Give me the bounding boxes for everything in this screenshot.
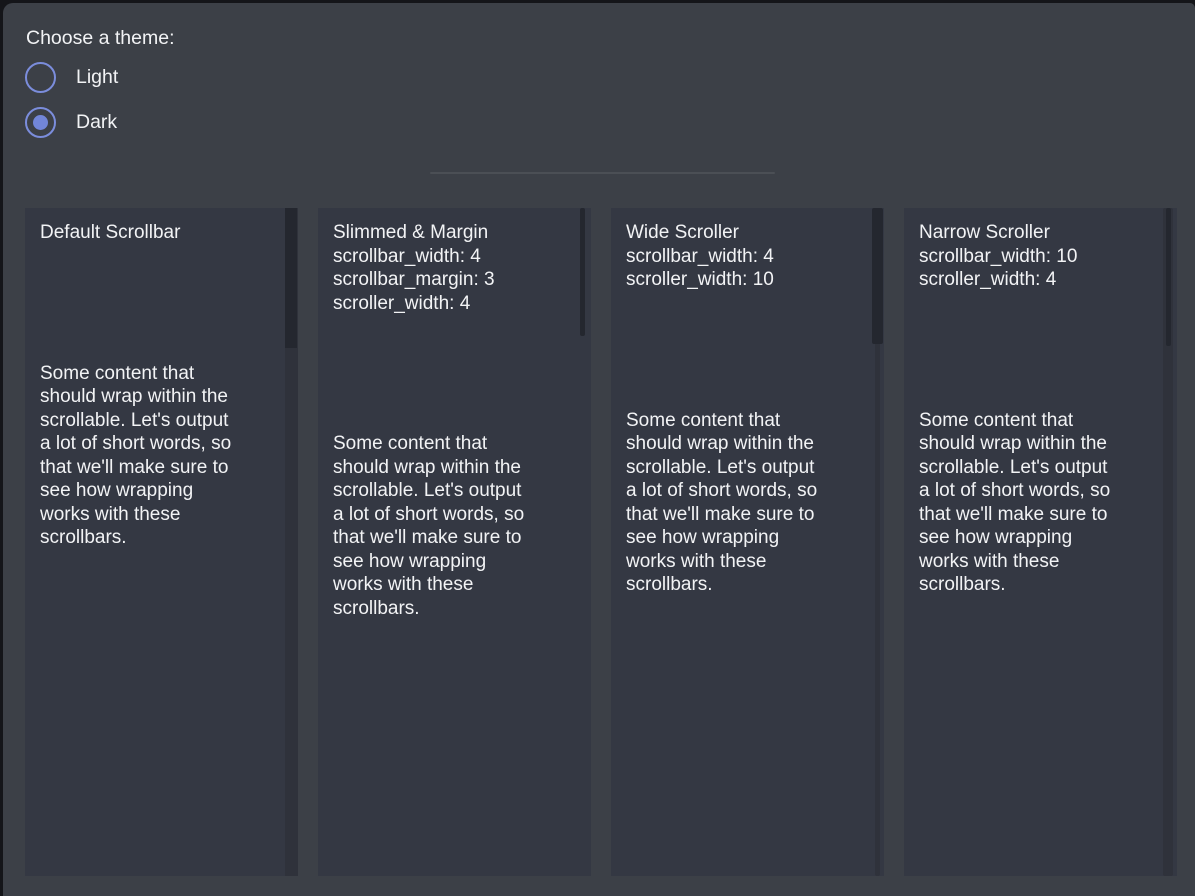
panel-title: Wide Scroller (626, 221, 869, 245)
panel-body: Some content that should wrap within the… (919, 409, 1162, 597)
panel-body: Some content that should wrap within the… (626, 409, 869, 597)
scrollbar-thumb[interactable] (580, 208, 585, 336)
scrollbar-thumb[interactable] (285, 208, 297, 348)
panel-content: Default Scrollbar Some content that shou… (25, 208, 298, 563)
scroll-panel-wide-scroller[interactable]: Wide Scroller scrollbar_width: 4 scrolle… (611, 208, 884, 876)
scrollbar-thumb[interactable] (872, 208, 883, 344)
panel-params: scrollbar_width: 10 scroller_width: 4 (919, 245, 1162, 292)
panel-content: Slimmed & Margin scrollbar_width: 4 scro… (318, 208, 591, 633)
radio-option-dark[interactable]: Dark (25, 107, 117, 138)
scroll-panel-slimmed-margin[interactable]: Slimmed & Margin scrollbar_width: 4 scro… (318, 208, 591, 876)
theme-chooser-label: Choose a theme: (26, 27, 175, 50)
panel-params: scrollbar_width: 4 scroller_width: 10 (626, 245, 869, 292)
panel-params: scrollbar_width: 4 scrollbar_margin: 3 s… (333, 245, 576, 316)
panel-title: Default Scrollbar (40, 221, 283, 245)
radio-option-light-label: Light (76, 66, 118, 89)
scroll-panel-default-scrollbar[interactable]: Default Scrollbar Some content that shou… (25, 208, 298, 876)
panel-content: Narrow Scroller scrollbar_width: 10 scro… (904, 208, 1177, 610)
panel-title: Slimmed & Margin (333, 221, 576, 245)
radio-selected-icon (25, 107, 56, 138)
radio-unselected-icon (25, 62, 56, 93)
radio-option-dark-label: Dark (76, 111, 117, 134)
radio-option-light[interactable]: Light (25, 62, 118, 93)
panel-body: Some content that should wrap within the… (333, 432, 576, 620)
panel-body: Some content that should wrap within the… (40, 362, 283, 550)
panel-content: Wide Scroller scrollbar_width: 4 scrolle… (611, 208, 884, 610)
app-surface: Choose a theme: Light Dark Default Scrol… (3, 3, 1195, 896)
divider (430, 172, 775, 174)
panel-title: Narrow Scroller (919, 221, 1162, 245)
scroll-panel-narrow-scroller[interactable]: Narrow Scroller scrollbar_width: 10 scro… (904, 208, 1177, 876)
scrollbar-thumb[interactable] (1166, 208, 1171, 346)
radio-dot (33, 115, 48, 130)
